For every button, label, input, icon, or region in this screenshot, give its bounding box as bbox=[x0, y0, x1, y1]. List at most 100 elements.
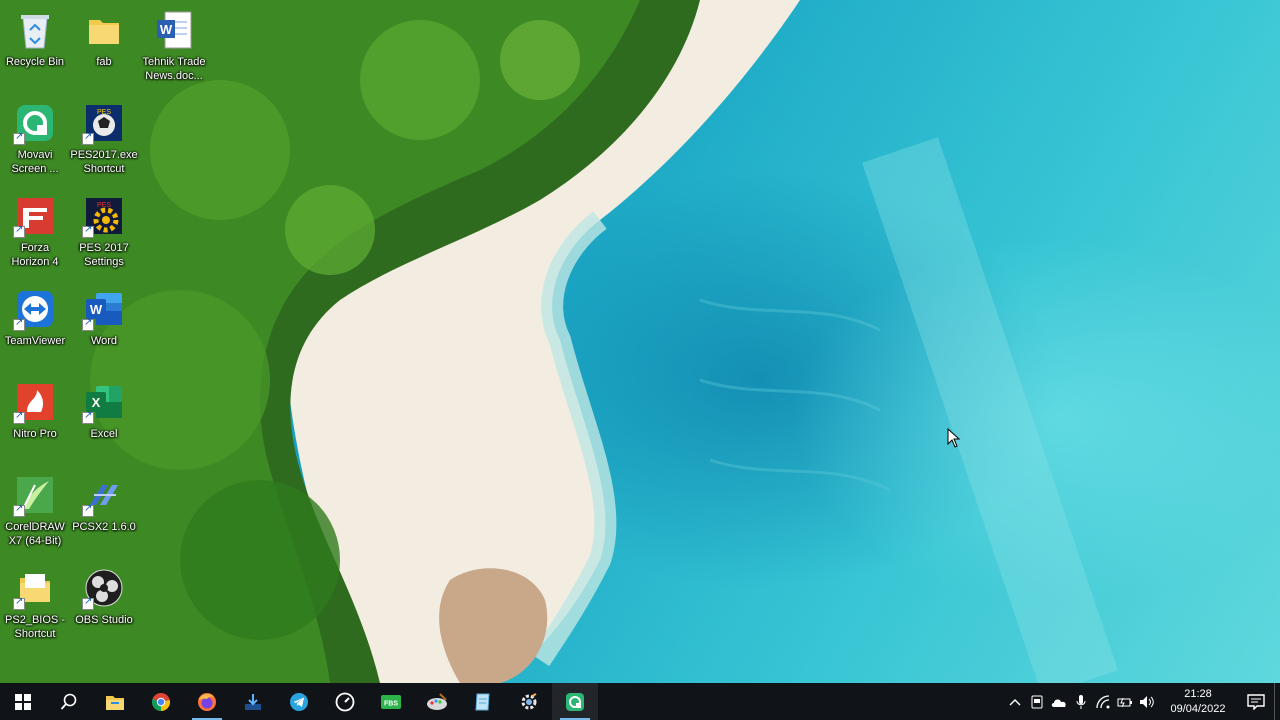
desktop-icon-teamviewer[interactable]: TeamViewer bbox=[0, 287, 70, 348]
shortcut-arrow-icon bbox=[13, 131, 25, 145]
show-desktop-button[interactable] bbox=[1274, 683, 1280, 720]
downloader-icon bbox=[245, 693, 261, 710]
desktop-icon-label: Movavi Screen ... bbox=[11, 149, 59, 175]
taskbar-movavi[interactable] bbox=[552, 683, 598, 720]
settings-gear-icon bbox=[521, 692, 537, 709]
shortcut-arrow-icon bbox=[13, 596, 25, 610]
shortcut-arrow-icon bbox=[82, 131, 94, 145]
shortcut-arrow-icon bbox=[13, 503, 25, 517]
start-icon bbox=[15, 693, 31, 710]
desktop-icon-label: Forza Horizon 4 bbox=[11, 242, 59, 268]
shortcut-arrow-icon bbox=[82, 596, 94, 610]
wifi-icon[interactable] bbox=[1092, 683, 1114, 720]
word-icon: W bbox=[82, 287, 126, 331]
desktop-icon-label: Word bbox=[90, 335, 118, 347]
file-explorer-icon bbox=[106, 695, 124, 710]
mouse-cursor-icon bbox=[947, 428, 961, 448]
telegram-icon bbox=[290, 692, 308, 711]
search-button[interactable] bbox=[46, 683, 92, 720]
shortcut-arrow-icon bbox=[13, 410, 25, 424]
clock-date: 09/04/2022 bbox=[1170, 702, 1226, 715]
taskbar-speedometer[interactable] bbox=[322, 683, 368, 720]
svg-text:X: X bbox=[92, 395, 101, 410]
taskbar-notepad[interactable] bbox=[460, 683, 506, 720]
word-document-icon: W bbox=[152, 8, 196, 52]
desktop-icon-label: PCSX2 1.6.0 bbox=[72, 521, 136, 533]
taskbar-downloader[interactable] bbox=[230, 683, 276, 720]
desktop-icon-excel[interactable]: X Excel bbox=[69, 380, 139, 441]
notepad-icon bbox=[475, 693, 490, 710]
shortcut-arrow-icon bbox=[82, 224, 94, 238]
recycle-bin-icon bbox=[13, 8, 57, 52]
desktop-icon-label: OBS Studio bbox=[75, 614, 133, 626]
svg-text:PES: PES bbox=[97, 109, 111, 116]
taskbar: FBS 21:28 09/04/2022 bbox=[0, 683, 1280, 720]
svg-text:W: W bbox=[90, 302, 103, 317]
desktop-icon-tehnik-trade-news[interactable]: W Tehnik Trade News.doc... bbox=[139, 8, 209, 83]
onedrive-cloud-icon[interactable] bbox=[1048, 683, 1070, 720]
nitro-icon bbox=[13, 380, 57, 424]
excel-icon: X bbox=[82, 380, 126, 424]
shortcut-arrow-icon bbox=[13, 317, 25, 331]
firefox-icon bbox=[198, 692, 216, 711]
pes2017-icon: PES bbox=[82, 101, 126, 145]
desktop-icon-label: Tehnik Trade News.doc... bbox=[142, 56, 206, 82]
taskbar-fbs[interactable]: FBS bbox=[368, 683, 414, 720]
svg-text:FBS: FBS bbox=[384, 700, 398, 707]
desktop-icon-obs-studio[interactable]: OBS Studio bbox=[69, 566, 139, 627]
desktop-icon-pcsx2[interactable]: PCSX2 1.6.0 bbox=[69, 473, 139, 534]
microphone-icon[interactable] bbox=[1070, 683, 1092, 720]
desktop-icon-forza[interactable]: Forza Horizon 4 bbox=[0, 194, 70, 269]
desktop-icon-word[interactable]: W Word bbox=[69, 287, 139, 348]
chrome-icon bbox=[151, 692, 171, 711]
desktop-icon-label: CorelDRAW X7 (64-Bit) bbox=[5, 521, 65, 547]
volume-icon[interactable] bbox=[1136, 683, 1158, 720]
desktop-icon-ps2-bios[interactable]: PS2_BIOS - Shortcut bbox=[0, 566, 70, 641]
folder-icon bbox=[82, 8, 126, 52]
movavi-icon bbox=[566, 692, 584, 711]
shortcut-arrow-icon bbox=[82, 503, 94, 517]
desktop-icon-pes-settings[interactable]: PES PES 2017 Settings bbox=[69, 194, 139, 269]
taskbar-paint[interactable] bbox=[414, 683, 460, 720]
svg-text:PES: PES bbox=[97, 202, 111, 209]
search-icon bbox=[60, 693, 77, 710]
desktop-icon-fab[interactable]: fab bbox=[69, 8, 139, 69]
desktop-icon-label: Excel bbox=[90, 428, 118, 440]
show-hidden-icons-chevron-up-icon[interactable] bbox=[1004, 683, 1026, 720]
pes-settings-icon: PES bbox=[82, 194, 126, 238]
teamviewer-icon bbox=[13, 287, 57, 331]
taskbar-file-explorer[interactable] bbox=[92, 683, 138, 720]
desktop-icon-label: TeamViewer bbox=[4, 335, 66, 347]
desktop-icon-coreldraw[interactable]: CorelDRAW X7 (64-Bit) bbox=[0, 473, 70, 548]
paint-icon bbox=[427, 692, 447, 710]
desktop-icon-label: PS2_BIOS - Shortcut bbox=[5, 614, 65, 640]
forza-icon bbox=[13, 194, 57, 238]
system-tray: 21:28 09/04/2022 bbox=[1004, 683, 1280, 720]
taskbar-firefox[interactable] bbox=[184, 683, 230, 720]
movavi-icon bbox=[13, 101, 57, 145]
taskbar-chrome[interactable] bbox=[138, 683, 184, 720]
notification-icon bbox=[1247, 693, 1265, 710]
pcsx2-icon bbox=[82, 473, 126, 517]
taskbar-telegram[interactable] bbox=[276, 683, 322, 720]
taskbar-clock[interactable]: 21:28 09/04/2022 bbox=[1164, 687, 1232, 717]
desktop-icon-nitro-pro[interactable]: Nitro Pro bbox=[0, 380, 70, 441]
device-tray-icon[interactable] bbox=[1026, 683, 1048, 720]
desktop-icon-pes2017[interactable]: PES PES2017.exe Shortcut bbox=[69, 101, 139, 176]
desktop-wallpaper bbox=[0, 0, 1280, 683]
desktop-icon-movavi[interactable]: Movavi Screen ... bbox=[0, 101, 70, 176]
shortcut-arrow-icon bbox=[82, 410, 94, 424]
svg-text:W: W bbox=[160, 22, 173, 37]
desktop-icon-label: fab bbox=[96, 56, 112, 68]
start-button[interactable] bbox=[0, 683, 46, 720]
desktop-icon-label: Nitro Pro bbox=[13, 428, 57, 440]
coreldraw-icon bbox=[13, 473, 57, 517]
action-center-button[interactable] bbox=[1238, 683, 1274, 720]
taskbar-settings[interactable] bbox=[506, 683, 552, 720]
speedometer-icon bbox=[335, 692, 355, 711]
obs-icon bbox=[82, 566, 126, 610]
desktop-icon-recycle-bin[interactable]: Recycle Bin bbox=[0, 8, 70, 69]
battery-icon[interactable] bbox=[1114, 683, 1136, 720]
desktop-icon-label: Recycle Bin bbox=[5, 56, 65, 68]
shortcut-arrow-icon bbox=[13, 224, 25, 238]
